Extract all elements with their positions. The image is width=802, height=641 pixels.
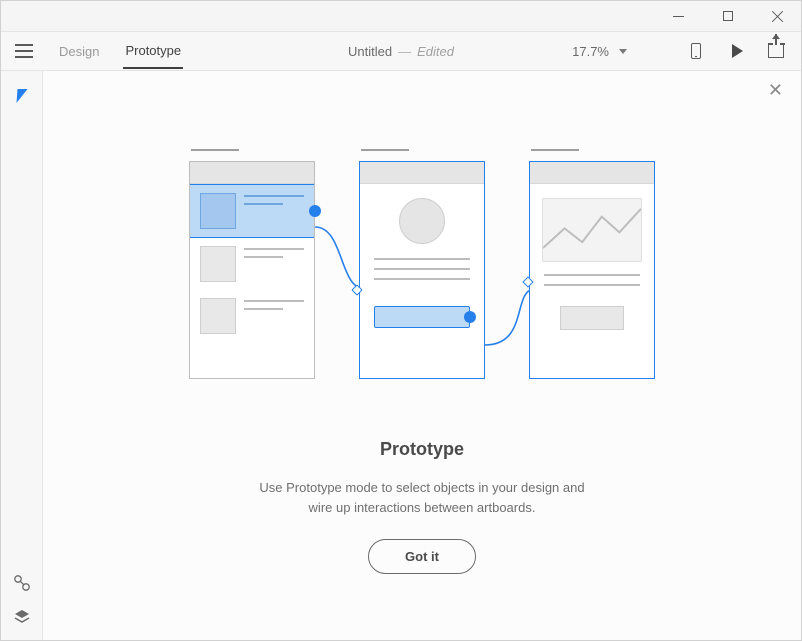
hamburger-icon [15,44,33,46]
document-title-group: Untitled — Edited [348,44,454,59]
hint-diagram [189,149,655,379]
prototype-hint-modal: Prototype Use Prototype mode to select o… [43,149,801,574]
document-title[interactable]: Untitled [348,44,392,59]
close-icon [772,10,784,22]
hint-title: Prototype [380,439,464,460]
chevron-down-icon [619,49,627,54]
mode-tabs: Design Prototype [57,33,183,69]
flow-connector-out-icon [464,311,476,323]
zoom-dropdown[interactable]: 17.7% [572,44,627,59]
play-icon [732,44,743,58]
artboard-title-bar [361,149,409,151]
maximize-icon [723,11,733,21]
device-icon [691,43,701,59]
diagram-artboard-2 [359,149,485,379]
share-button[interactable] [765,40,787,62]
share-icon [768,44,784,58]
tab-prototype[interactable]: Prototype [123,33,183,69]
document-dash: — [398,44,411,59]
plugins-button[interactable] [13,574,31,592]
layers-button[interactable] [13,608,31,626]
zoom-value: 17.7% [572,44,609,59]
canvas[interactable]: ✕ [43,71,801,640]
device-preview-button[interactable] [685,40,707,62]
layers-icon [13,608,31,626]
document-status: Edited [417,44,454,59]
selected-list-item [190,184,314,238]
plugins-icon [13,574,31,592]
workspace: ✕ [1,71,801,640]
window-close-button[interactable] [761,4,795,28]
selected-button-element [374,306,470,328]
app-toolbar: Design Prototype Untitled — Edited 17.7% [1,31,801,71]
run-preview-button[interactable] [725,40,747,62]
window-maximize-button[interactable] [711,4,745,28]
tab-design[interactable]: Design [57,34,101,68]
flow-connector-in-icon [351,284,362,295]
selection-tool-button[interactable] [16,89,27,103]
flow-connector-out-icon [309,205,321,217]
window-minimize-button[interactable] [661,4,695,28]
hamburger-menu-button[interactable] [15,44,33,58]
hint-description: Use Prototype mode to select objects in … [259,478,584,517]
artboard-title-bar [531,149,579,151]
hint-close-button[interactable]: ✕ [768,81,783,99]
got-it-button[interactable]: Got it [368,539,476,574]
window-titlebar [1,1,801,31]
diagram-artboard-1 [189,149,315,379]
tools-rail [1,71,43,640]
artboard-title-bar [191,149,239,151]
diagram-artboard-3 [529,149,655,379]
minimize-icon [673,16,684,17]
